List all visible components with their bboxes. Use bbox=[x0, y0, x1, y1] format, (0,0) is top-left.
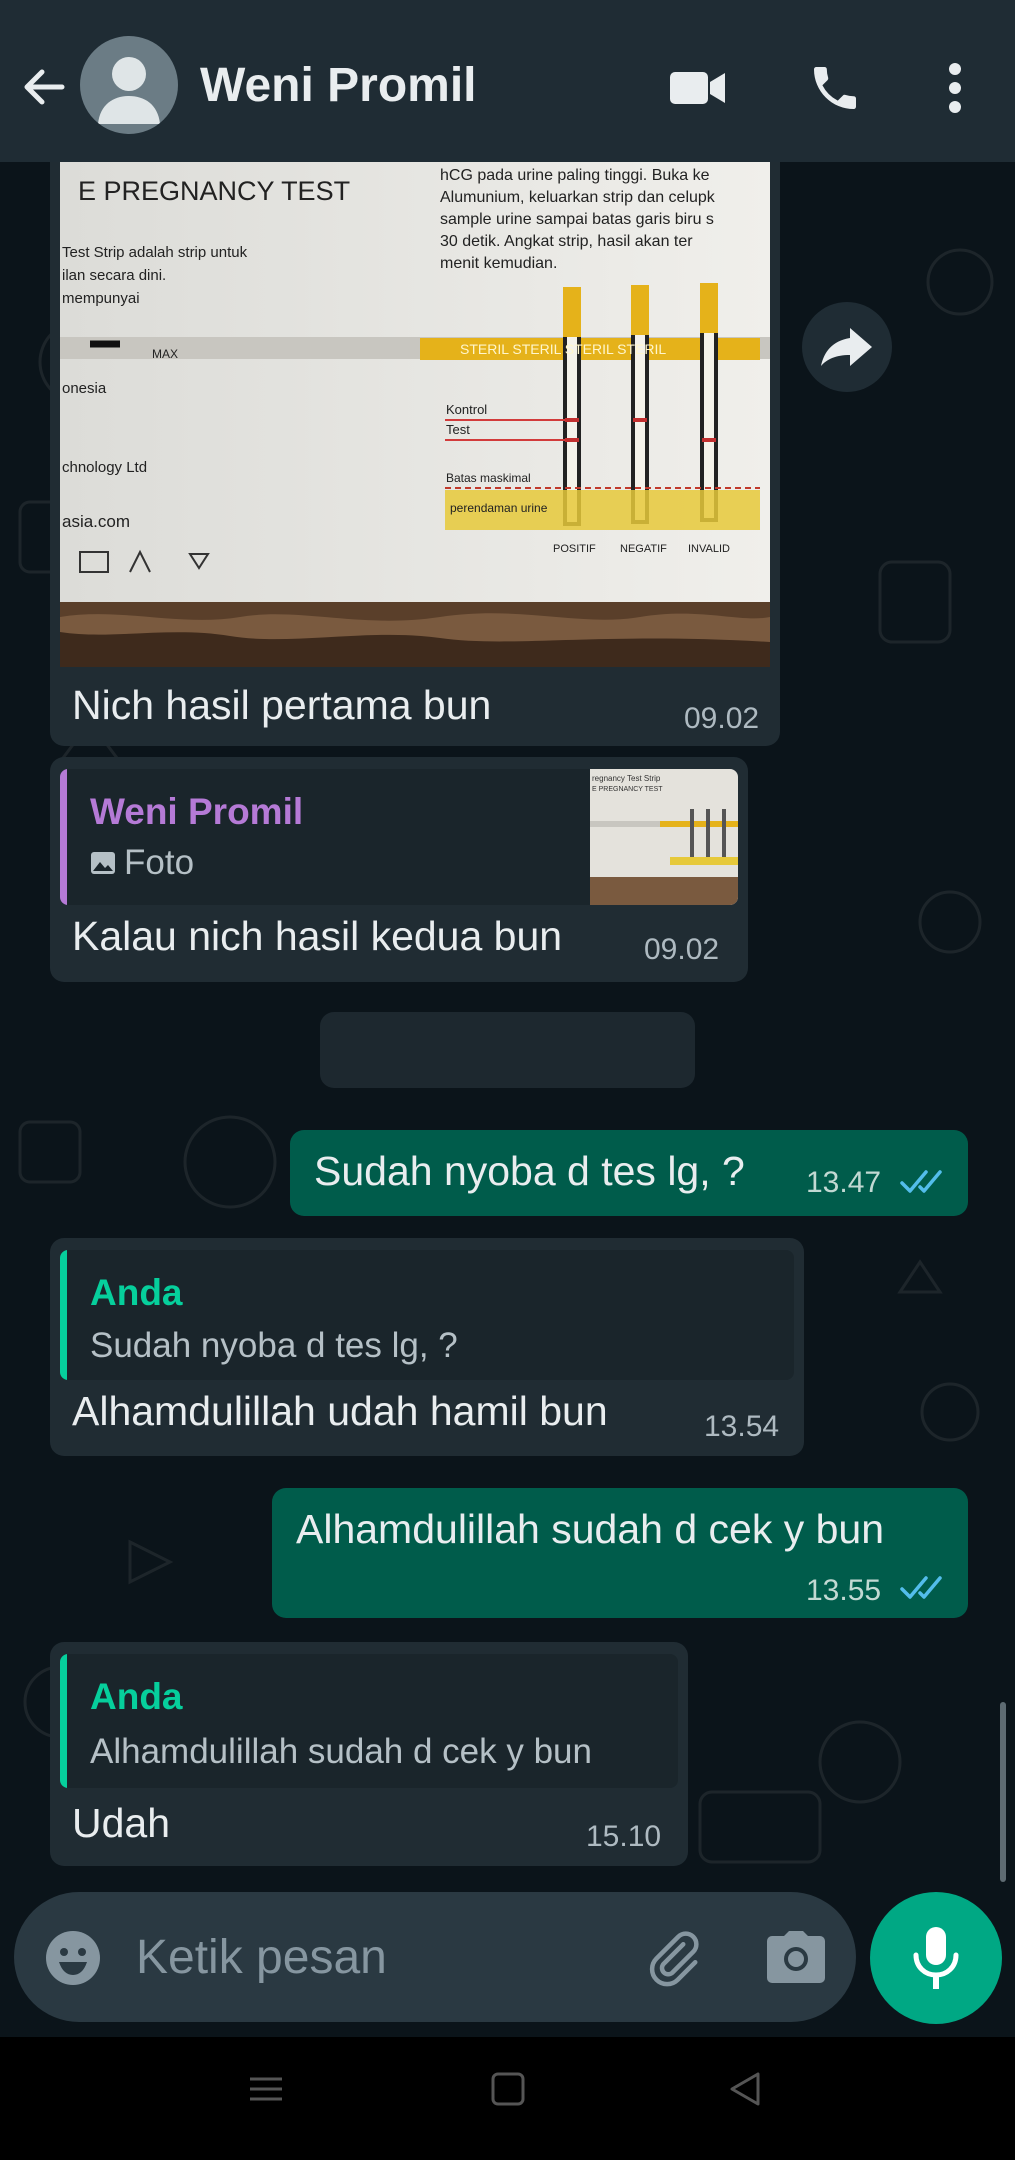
message-time: 13.47 bbox=[806, 1166, 882, 1199]
message-bubble[interactable]: Anda Sudah nyoba d tes lg, ? Alhamdulill… bbox=[50, 1238, 804, 1456]
message-bubble[interactable]: Alhamdulillah sudah d cek y bun 13.55 bbox=[272, 1488, 968, 1618]
photo-right-line: menit kemudian. bbox=[440, 255, 557, 272]
message-bubble[interactable]: Sudah nyoba d tes lg, ? 13.47 bbox=[290, 1130, 968, 1216]
message-list[interactable]: E PREGNANCY TEST Test Strip adalah strip… bbox=[0, 162, 1015, 2037]
quote-sender: Weni Promil bbox=[90, 791, 304, 832]
read-receipt-icon bbox=[900, 1168, 946, 1201]
photo-brand-line: asia.com bbox=[62, 512, 130, 531]
phone-call-icon[interactable] bbox=[805, 58, 865, 118]
photo-brand-line: chnology Ltd bbox=[62, 459, 147, 476]
message-time: 15.10 bbox=[586, 1820, 662, 1853]
photo-right-line: sample urine sampai batas garis biru s bbox=[440, 211, 714, 228]
photo-right-line: 30 detik. Angkat strip, hasil akan ter bbox=[440, 233, 693, 250]
quote-accent-bar bbox=[60, 1654, 67, 1788]
video-call-icon[interactable] bbox=[668, 58, 728, 118]
photo-left-line: ilan secara dini. bbox=[62, 267, 166, 284]
contact-name[interactable]: Weni Promil bbox=[200, 58, 477, 113]
scrollbar-thumb[interactable] bbox=[1000, 1702, 1006, 1882]
message-text: Udah bbox=[72, 1800, 171, 1846]
read-receipt-icon bbox=[900, 1574, 946, 1607]
default-avatar-icon[interactable] bbox=[80, 36, 178, 134]
message-time: 13.55 bbox=[806, 1574, 882, 1607]
photo-kontrol-label: Kontrol bbox=[446, 402, 487, 417]
thumb-title: regnancy Test Strip bbox=[592, 774, 661, 783]
message-bubble[interactable]: Weni Promil Foto regnancy Test Strip E P… bbox=[50, 757, 748, 982]
quote-text: Foto bbox=[124, 843, 195, 882]
message-time: 09.02 bbox=[684, 702, 760, 735]
quote-accent-bar bbox=[60, 1250, 67, 1380]
attach-icon[interactable] bbox=[642, 1928, 702, 1993]
more-vert-icon[interactable] bbox=[925, 58, 985, 118]
camera-icon[interactable] bbox=[766, 1930, 826, 1989]
photo-batas-label: Batas maskimal bbox=[446, 471, 531, 485]
message-text: Nich hasil pertama bun bbox=[72, 682, 492, 728]
photo-test-label: Test bbox=[446, 422, 470, 437]
mic-icon[interactable] bbox=[870, 1892, 1002, 2024]
quote-text: Alhamdulillah sudah d cek y bun bbox=[90, 1732, 592, 1771]
emoji-icon[interactable] bbox=[44, 1929, 102, 1992]
recent-apps-icon[interactable] bbox=[246, 2069, 286, 2114]
message-composer: Ketik pesan bbox=[14, 1892, 856, 2022]
system-navigation-bar bbox=[0, 2037, 1015, 2160]
back-nav-icon[interactable] bbox=[726, 2069, 766, 2114]
photo-result-label: POSITIF bbox=[553, 543, 596, 555]
message-bubble[interactable]: E PREGNANCY TEST Test Strip adalah strip… bbox=[50, 162, 780, 746]
quoted-message[interactable]: Anda Sudah nyoba d tes lg, ? bbox=[60, 1250, 794, 1380]
forward-icon[interactable] bbox=[802, 302, 892, 392]
photo-result-label: NEGATIF bbox=[620, 543, 667, 555]
chat-header: Weni Promil bbox=[0, 6, 1015, 162]
photo-brand-line: onesia bbox=[62, 380, 107, 397]
message-text: Alhamdulillah udah hamil bun bbox=[72, 1388, 608, 1434]
date-separator bbox=[320, 1012, 695, 1088]
photo-right-line: Alumunium, keluarkan strip dan celupk bbox=[440, 189, 716, 206]
photo-left-line: mempunyai bbox=[62, 290, 140, 307]
quote-sender: Anda bbox=[90, 1676, 183, 1717]
home-icon[interactable] bbox=[488, 2069, 528, 2114]
photo-thumbnail[interactable]: regnancy Test Strip E PREGNANCY TEST bbox=[590, 769, 738, 905]
quoted-message[interactable]: Weni Promil Foto regnancy Test Strip E P… bbox=[60, 769, 738, 905]
back-arrow-icon[interactable] bbox=[18, 62, 68, 112]
photo-perendaman-label: perendaman urine bbox=[450, 501, 548, 515]
photo-left-line: Test Strip adalah strip untuk bbox=[62, 244, 248, 261]
message-input[interactable]: Ketik pesan bbox=[136, 1930, 387, 1985]
message-time: 13.54 bbox=[704, 1410, 780, 1443]
photo-attachment[interactable]: E PREGNANCY TEST Test Strip adalah strip… bbox=[60, 162, 770, 667]
message-text: Alhamdulillah sudah d cek y bun bbox=[296, 1506, 885, 1552]
photo-result-label: INVALID bbox=[688, 543, 730, 555]
message-text: Sudah nyoba d tes lg, ? bbox=[314, 1148, 745, 1194]
message-bubble[interactable]: Anda Alhamdulillah sudah d cek y bun Uda… bbox=[50, 1642, 688, 1866]
message-time: 09.02 bbox=[644, 933, 720, 966]
photo-max-label: MAX bbox=[152, 347, 178, 361]
image-icon bbox=[90, 851, 116, 877]
quote-accent-bar bbox=[60, 769, 67, 905]
photo-band-text: STERIL STERIL STERIL STERIL bbox=[460, 341, 666, 357]
quote-text: Sudah nyoba d tes lg, ? bbox=[90, 1326, 458, 1365]
quoted-message[interactable]: Anda Alhamdulillah sudah d cek y bun bbox=[60, 1654, 678, 1788]
photo-right-line: hCG pada urine paling tinggi. Buka ke bbox=[440, 167, 710, 184]
photo-title: E PREGNANCY TEST bbox=[78, 176, 350, 206]
quote-sender: Anda bbox=[90, 1272, 183, 1313]
thumb-sub: E PREGNANCY TEST bbox=[592, 786, 663, 793]
message-text: Kalau nich hasil kedua bun bbox=[72, 913, 563, 959]
